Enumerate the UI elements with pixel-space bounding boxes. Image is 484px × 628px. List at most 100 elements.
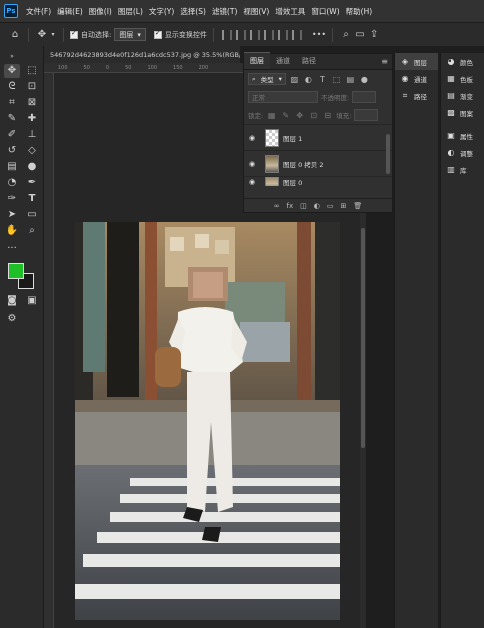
quick-mask-icon[interactable]: ◙	[4, 294, 20, 308]
dock-color[interactable]: ◕ 颜色	[441, 53, 484, 70]
gradient-tool-icon[interactable]: ▤	[4, 160, 20, 174]
filter-shape-icon[interactable]: ⬚	[331, 75, 342, 84]
filter-smart-object-icon[interactable]: ▤	[345, 75, 356, 84]
collapse-icon[interactable]: »	[4, 50, 20, 64]
eraser-tool-icon[interactable]: ◇	[24, 144, 40, 158]
filter-toggle-icon[interactable]: ●	[359, 75, 370, 84]
history-brush-tool-icon[interactable]: ↺	[4, 144, 20, 158]
dock-channels[interactable]: ◉ 通道	[395, 70, 438, 87]
clone-stamp-tool-icon[interactable]: ⊥	[24, 128, 40, 142]
filter-adjustment-icon[interactable]: ◐	[303, 75, 314, 84]
marquee-tool-icon[interactable]: ⬚	[24, 64, 40, 78]
menu-window[interactable]: 窗口(W)	[308, 6, 342, 17]
menu-plugins[interactable]: 增效工具	[272, 6, 308, 17]
menu-help[interactable]: 帮助(H)	[343, 6, 376, 17]
chevron-down-icon[interactable]: ▾	[49, 31, 57, 38]
tab-channels[interactable]: 通道	[270, 56, 296, 69]
delete-layer-icon[interactable]: 🗑	[353, 202, 362, 210]
pen-anchor-tool-icon[interactable]: ✑	[4, 192, 20, 206]
tab-paths[interactable]: 路径	[296, 56, 322, 69]
dock-patterns[interactable]: ▩ 图案	[441, 104, 484, 121]
lock-position-icon[interactable]: ✥	[294, 111, 305, 120]
add-mask-icon[interactable]: ◫	[300, 202, 307, 210]
visibility-eye-icon[interactable]: ◉	[249, 134, 259, 142]
blend-mode-dropdown[interactable]: 正常	[248, 91, 318, 103]
share-icon[interactable]: ⇪	[367, 29, 381, 40]
align-left-icon[interactable]	[221, 29, 232, 40]
layer-row[interactable]: ◉ 图层 0	[244, 176, 392, 186]
eyedropper-tool-icon[interactable]: ✎	[4, 112, 20, 126]
zoom-tool-icon[interactable]: ⌕	[24, 224, 40, 238]
menu-filter[interactable]: 滤镜(T)	[209, 6, 240, 17]
type-tool-icon[interactable]: T	[24, 192, 40, 206]
frame-tool-icon[interactable]: ⊠	[24, 96, 40, 110]
fill-field[interactable]	[354, 109, 379, 121]
panel-menu-icon[interactable]: ≡	[377, 57, 392, 69]
layer-row[interactable]: ◉ 图层 1	[244, 124, 392, 150]
align-top-icon[interactable]	[263, 29, 274, 40]
transform-controls-checkbox[interactable]	[153, 29, 162, 39]
screen-mode-icon[interactable]: ▣	[24, 294, 40, 308]
more-options-button[interactable]: •••	[312, 30, 326, 39]
align-right-icon[interactable]	[249, 29, 260, 40]
document-tab[interactable]: 546792d4623893d4e0f126d1a6cdc537.jpg @ 3…	[44, 46, 240, 63]
adjustment-layer-icon[interactable]: ◐	[314, 202, 320, 210]
dodge-tool-icon[interactable]: ◔	[4, 176, 20, 190]
dock-paths[interactable]: ⌗ 路径	[395, 87, 438, 104]
tab-layers[interactable]: 图层	[244, 52, 270, 69]
layers-scrollbar[interactable]	[386, 134, 390, 174]
menu-file[interactable]: 文件(F)	[23, 6, 54, 17]
photoshop-logo[interactable]: Ps	[4, 4, 18, 18]
rectangle-tool-icon[interactable]: ▭	[24, 208, 40, 222]
workspace-icon[interactable]: ▭	[353, 29, 367, 40]
dock-properties[interactable]: ▣ 属性	[441, 127, 484, 144]
menu-layer[interactable]: 图层(L)	[115, 6, 146, 17]
layer-filter-dropdown[interactable]: ⌕ 类型 ▾	[248, 73, 286, 85]
scrollbar-thumb[interactable]	[361, 228, 365, 448]
auto-select-dropdown[interactable]: 图层 ▾	[114, 28, 146, 41]
visibility-eye-icon[interactable]: ◉	[249, 160, 259, 168]
menu-image[interactable]: 图像(I)	[86, 6, 115, 17]
dock-swatches[interactable]: ▦ 色板	[441, 70, 484, 87]
menu-type[interactable]: 文字(Y)	[146, 6, 177, 17]
crop-tool-icon[interactable]: ⌗	[4, 96, 20, 110]
lock-artboard-icon[interactable]: ⊡	[308, 111, 319, 120]
new-layer-icon[interactable]: ⊞	[341, 202, 347, 210]
blur-tool-icon[interactable]: ●	[24, 160, 40, 174]
dock-adjustments[interactable]: ◐ 调整	[441, 144, 484, 161]
auto-select-checkbox[interactable]	[70, 29, 78, 39]
new-group-icon[interactable]: ▭	[327, 202, 334, 210]
layer-style-icon[interactable]: fx	[287, 202, 294, 210]
layer-row[interactable]: ◉ 图层 0 拷贝 2	[244, 150, 392, 176]
opacity-field[interactable]	[352, 91, 377, 103]
path-select-tool-icon[interactable]: ➤	[4, 208, 20, 222]
dock-layers[interactable]: ◈ 图层	[395, 53, 438, 70]
dock-libraries[interactable]: ▥ 库	[441, 161, 484, 178]
object-select-tool-icon[interactable]: ⊡	[24, 80, 40, 94]
menu-select[interactable]: 选择(S)	[177, 6, 209, 17]
align-middle-icon[interactable]	[277, 29, 288, 40]
home-icon[interactable]: ⌂	[8, 29, 22, 40]
more-tools-icon[interactable]: ···	[4, 242, 20, 256]
filter-type-icon[interactable]: T	[317, 75, 328, 84]
menu-view[interactable]: 视图(V)	[240, 6, 272, 17]
lock-transparent-icon[interactable]: ▦	[266, 111, 277, 120]
visibility-eye-icon[interactable]: ◉	[249, 178, 259, 186]
edit-toolbar-icon[interactable]: ⚙	[4, 312, 20, 326]
foreground-color-swatch[interactable]	[8, 263, 24, 279]
brush-tool-icon[interactable]: ✐	[4, 128, 20, 142]
lock-image-icon[interactable]: ✎	[280, 111, 291, 120]
search-icon[interactable]: ⌕	[339, 29, 353, 40]
link-layers-icon[interactable]: ∞	[274, 202, 280, 210]
lasso-tool-icon[interactable]: ᘓ	[4, 80, 20, 94]
pen-tool-icon[interactable]: ✒	[24, 176, 40, 190]
filter-pixel-icon[interactable]: ▨	[289, 75, 300, 84]
spot-healing-tool-icon[interactable]: ✚	[24, 112, 40, 126]
align-center-icon[interactable]	[235, 29, 246, 40]
align-bottom-icon[interactable]	[291, 29, 302, 40]
move-tool-icon[interactable]: ✥	[4, 64, 20, 78]
hand-tool-icon[interactable]: ✋	[4, 224, 20, 238]
menu-edit[interactable]: 编辑(E)	[54, 6, 86, 17]
move-tool-icon[interactable]: ✥	[35, 29, 49, 40]
lock-all-icon[interactable]: ⊟	[322, 111, 333, 120]
